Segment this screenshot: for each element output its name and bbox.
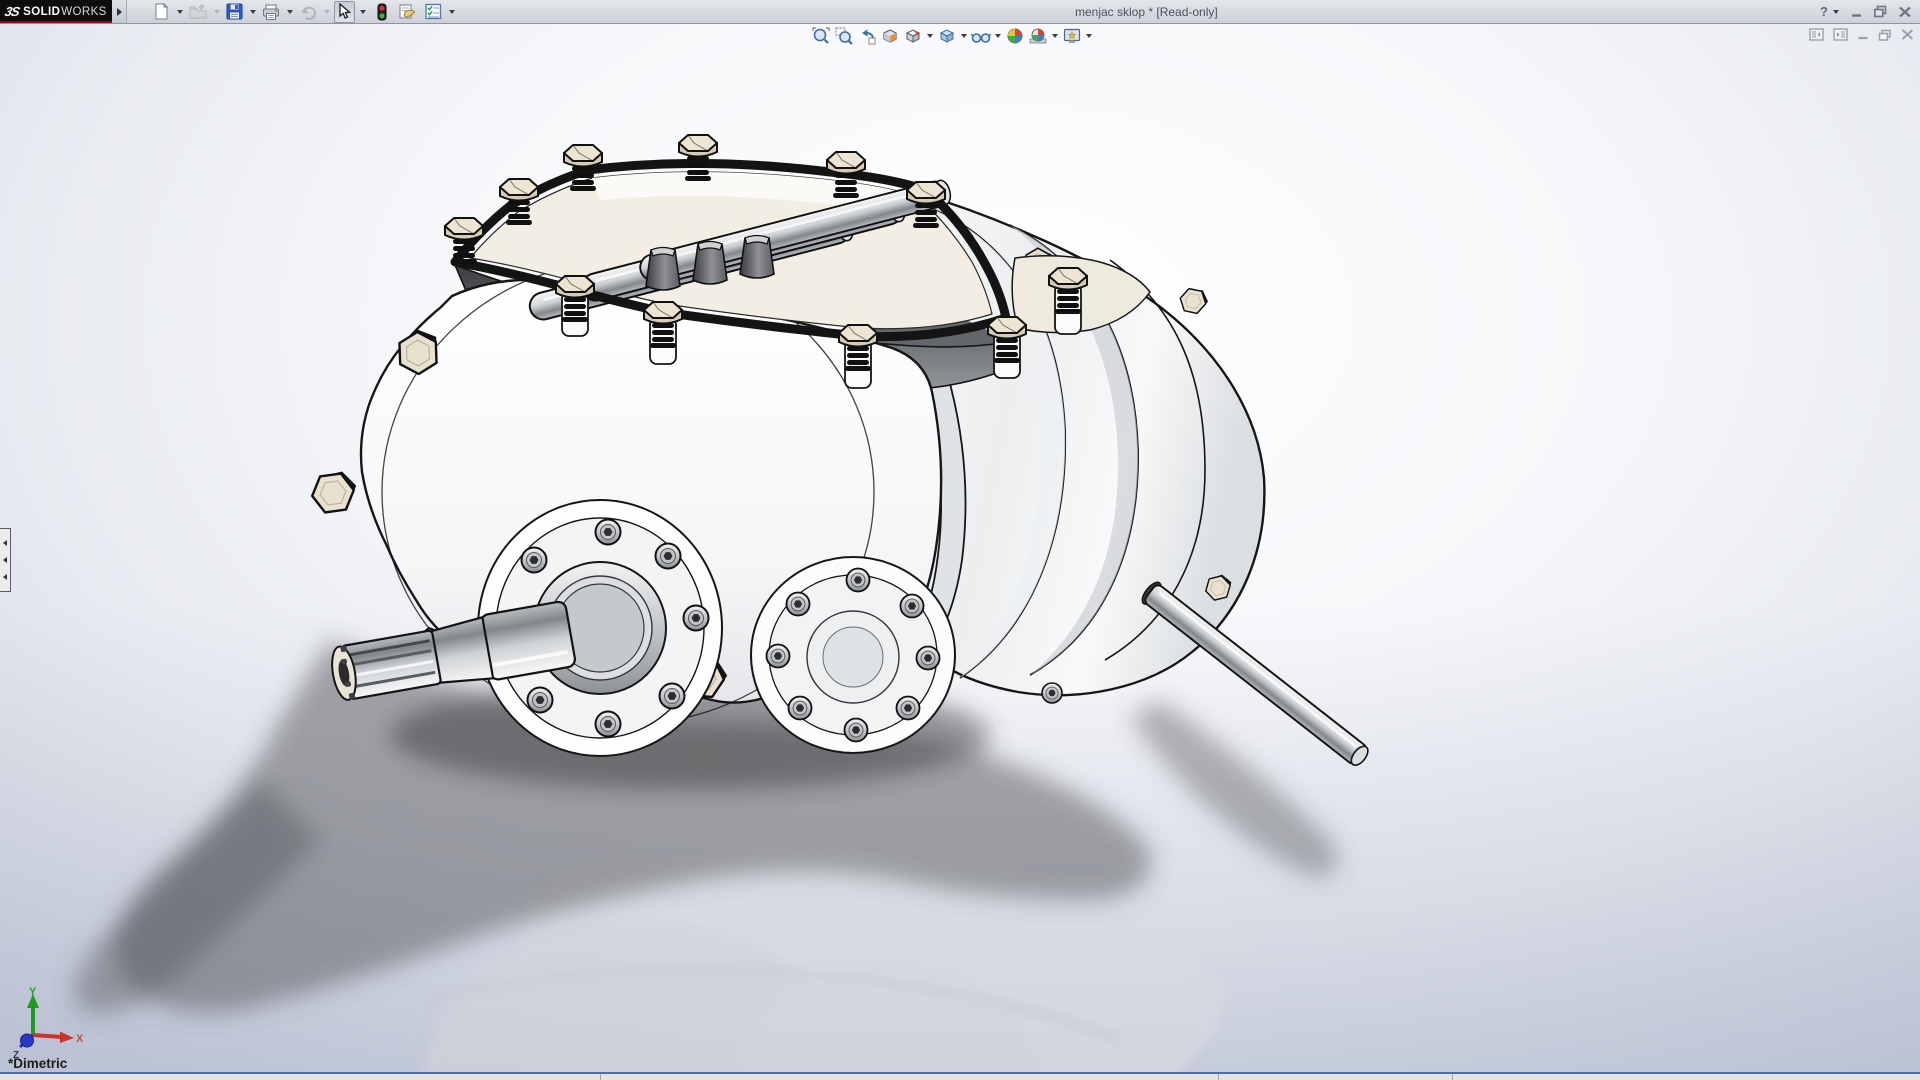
file-properties-icon <box>398 3 416 20</box>
flyout-arrow-icon <box>117 8 122 16</box>
section-view-icon <box>881 27 899 45</box>
document-window-controls <box>1809 28 1914 41</box>
open-dropdown[interactable] <box>212 2 221 22</box>
collapse-right-pane-icon <box>1833 28 1848 41</box>
apply-scene-button[interactable] <box>1027 26 1048 46</box>
3ds-logo-mark: 3S <box>4 4 21 19</box>
new-document-icon <box>153 3 170 20</box>
display-style-button[interactable] <box>936 26 957 46</box>
triad-z-axis <box>21 1034 34 1047</box>
undo-dropdown[interactable] <box>322 2 331 22</box>
edit-appearance-icon <box>1006 27 1024 45</box>
print-icon <box>262 4 280 20</box>
open-icon <box>189 4 207 20</box>
save-dropdown[interactable] <box>248 2 257 22</box>
collapse-right-pane-button[interactable] <box>1833 28 1848 41</box>
view-settings-dropdown[interactable] <box>1084 26 1093 46</box>
expand-left-arrow-icon <box>3 557 7 563</box>
undo-icon <box>299 4 317 20</box>
save-button[interactable] <box>224 2 245 22</box>
document-close-button[interactable] <box>1901 29 1914 40</box>
menu-flyout-button[interactable] <box>112 0 127 23</box>
zoom-to-fit-icon <box>812 27 830 45</box>
expand-left-arrow-icon <box>3 574 7 580</box>
minimize-button[interactable] <box>1850 6 1863 18</box>
help-dropdown[interactable] <box>1831 2 1840 22</box>
restore-icon <box>1873 5 1888 18</box>
zoom-to-area-button[interactable] <box>833 26 854 46</box>
select-tool-dropdown[interactable] <box>358 2 367 22</box>
hide-show-items-button[interactable] <box>970 26 991 46</box>
new-document-button[interactable] <box>151 2 172 22</box>
solidworks-logo: 3S SOLID WORKS <box>0 0 112 23</box>
undo-button[interactable] <box>297 2 319 22</box>
triad-y-label: Y <box>29 986 37 998</box>
help-button[interactable]: ? <box>1820 4 1828 19</box>
open-button[interactable] <box>187 2 209 22</box>
zoom-to-area-icon <box>835 27 853 45</box>
title-bar: 3S SOLID WORKS <box>0 0 1920 24</box>
print-button[interactable] <box>260 2 282 22</box>
rebuild-traffic-light-icon <box>377 3 387 21</box>
apply-scene-icon <box>1029 27 1047 45</box>
close-icon <box>1898 6 1912 18</box>
previous-view-icon <box>858 27 876 45</box>
view-orientation-dropdown[interactable] <box>925 26 934 46</box>
new-document-dropdown[interactable] <box>175 2 184 22</box>
display-style-icon <box>938 27 956 45</box>
view-orientation-button[interactable] <box>902 26 923 46</box>
feature-tree-collapsed-tab[interactable] <box>0 528 11 592</box>
previous-view-button[interactable] <box>856 26 877 46</box>
graphics-viewport[interactable]: Y X Z *Dimetric <box>0 23 1920 1080</box>
headsup-view-toolbar <box>810 26 1093 46</box>
document-close-icon <box>1901 29 1914 40</box>
status-bar <box>0 1072 1920 1080</box>
file-properties-button[interactable] <box>396 2 418 22</box>
collapse-left-pane-button[interactable] <box>1809 28 1824 41</box>
select-tool-button[interactable] <box>334 1 355 23</box>
hide-show-items-dropdown[interactable] <box>993 26 1002 46</box>
collapse-left-pane-icon <box>1809 28 1824 41</box>
window-title: menjac sklop * [Read-only] <box>1075 5 1218 19</box>
view-orientation-label: *Dimetric <box>8 1056 67 1071</box>
view-settings-icon <box>1063 27 1081 45</box>
expand-left-arrow-icon <box>3 540 7 546</box>
brand-light: WORKS <box>61 6 106 18</box>
restore-button[interactable] <box>1873 5 1888 18</box>
options-dropdown[interactable] <box>447 2 456 22</box>
close-button[interactable] <box>1898 6 1912 18</box>
view-orientation-icon <box>904 27 922 45</box>
triad-x-label: X <box>76 1033 84 1045</box>
view-settings-button[interactable] <box>1061 26 1082 46</box>
reference-triad: Y X Z <box>6 986 84 1066</box>
options-button[interactable] <box>423 2 444 22</box>
edit-appearance-button[interactable] <box>1004 26 1025 46</box>
zoom-to-fit-button[interactable] <box>810 26 831 46</box>
minimize-icon <box>1850 6 1863 18</box>
select-cursor-icon <box>337 3 352 20</box>
document-restore-button[interactable] <box>1878 29 1892 41</box>
document-restore-icon <box>1878 29 1892 41</box>
options-icon <box>425 3 442 20</box>
rebuild-button[interactable] <box>375 2 389 22</box>
apply-scene-dropdown[interactable] <box>1050 26 1059 46</box>
save-icon <box>226 3 243 20</box>
document-minimize-icon <box>1857 29 1869 40</box>
brand-bold: SOLID <box>23 6 60 18</box>
window-controls: ? <box>1820 0 1912 23</box>
print-dropdown[interactable] <box>285 2 294 22</box>
standard-toolbar <box>151 0 456 23</box>
triad-x-axis <box>60 1032 74 1044</box>
document-minimize-button[interactable] <box>1857 29 1869 40</box>
hide-show-items-icon <box>971 27 991 45</box>
section-view-button[interactable] <box>879 26 900 46</box>
gearbox-3d-model[interactable] <box>0 23 1920 1080</box>
display-style-dropdown[interactable] <box>959 26 968 46</box>
layshaft-cover <box>751 557 955 753</box>
